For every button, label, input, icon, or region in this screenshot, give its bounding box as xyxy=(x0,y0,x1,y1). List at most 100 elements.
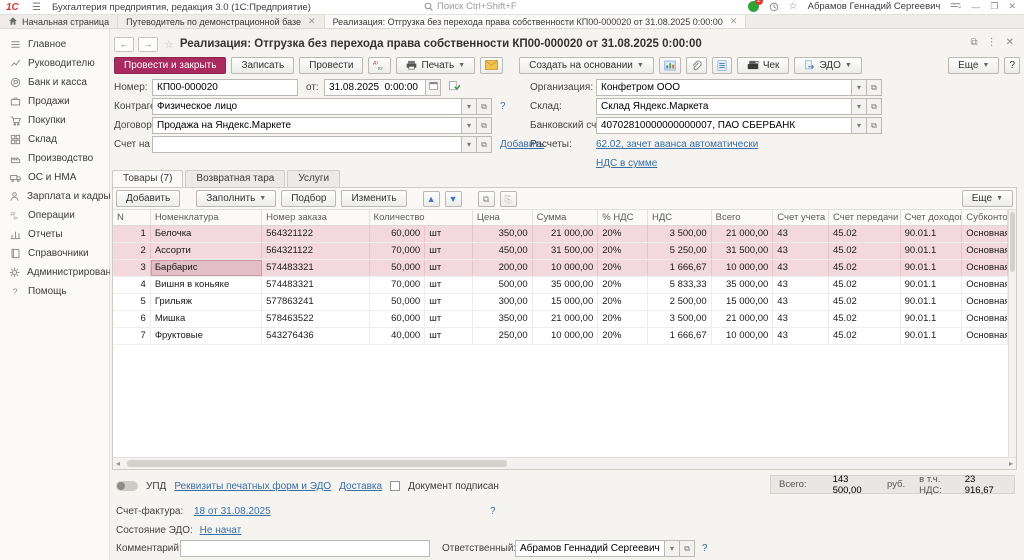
cell-amount[interactable]: 31 500,00 xyxy=(533,243,599,259)
cell-qty[interactable]: 70,000 xyxy=(370,243,426,259)
cell-item[interactable]: Барбарис xyxy=(151,260,262,276)
cell-item[interactable]: Фруктовые xyxy=(151,328,262,344)
sidebar-item-bank-i-kassa[interactable]: Банк и касса xyxy=(0,73,109,92)
move-down-icon[interactable]: ▼ xyxy=(445,191,462,207)
cell-amount[interactable]: 35 000,00 xyxy=(533,277,599,293)
cell-total[interactable]: 31 500,00 xyxy=(712,243,774,259)
close-window-button[interactable]: ✕ xyxy=(1008,1,1016,12)
cell-acc[interactable]: 43 xyxy=(773,311,829,327)
cell-acc[interactable]: 43 xyxy=(773,277,829,293)
vat-in-sum-link[interactable]: НДС в сумме xyxy=(596,158,657,169)
calendar-icon[interactable] xyxy=(426,79,441,96)
edo-state-link[interactable]: Не начат xyxy=(200,525,242,536)
cell-qty[interactable]: 60,000 xyxy=(370,311,426,327)
cell-order[interactable]: 574483321 xyxy=(262,277,369,293)
window-tab-2[interactable]: Реализация: Отгрузка без перехода права … xyxy=(325,15,747,28)
sidebar-item-glavnoe[interactable]: Главное xyxy=(0,35,109,54)
cell-acc-income[interactable]: 90.01.1 xyxy=(901,311,963,327)
items-tab-1[interactable]: Возвратная тара xyxy=(185,170,285,187)
column-header-4[interactable]: Цена xyxy=(473,210,533,225)
create-based-on-button[interactable]: Создать на основании▼ xyxy=(519,57,654,74)
close-tab-icon[interactable]: ✕ xyxy=(308,16,316,27)
payment-invoice-input[interactable] xyxy=(152,136,462,153)
cell-qty[interactable]: 40,000 xyxy=(370,328,426,344)
column-header-3[interactable]: Количество xyxy=(370,210,473,225)
save-button[interactable]: Записать xyxy=(231,57,294,74)
bank-account-input[interactable] xyxy=(596,117,852,134)
maximize-button[interactable]: ❐ xyxy=(990,1,998,12)
table-row[interactable]: 3Барбарис57448332150,000шт200,0010 000,0… xyxy=(113,260,1008,277)
view-settings-icon[interactable] xyxy=(950,2,961,11)
cell-acc-transfer[interactable]: 45.02 xyxy=(829,311,901,327)
scroll-left-icon[interactable]: ◂ xyxy=(116,459,120,468)
window-tab-0[interactable]: Начальная страница xyxy=(0,15,118,28)
cell-vat-rate[interactable]: 20% xyxy=(598,243,648,259)
edit-button[interactable]: Изменить xyxy=(341,190,406,207)
cell-n[interactable]: 4 xyxy=(113,277,151,293)
counterparty-dropdown-icon[interactable]: ▾ xyxy=(462,98,477,115)
cell-unit[interactable]: шт xyxy=(425,243,473,259)
cell-item[interactable]: Мишка xyxy=(151,311,262,327)
sidebar-item-pomosch[interactable]: ?Помощь xyxy=(0,282,109,301)
counterparty-help-icon[interactable]: ? xyxy=(500,101,506,112)
cell-amount[interactable]: 21 000,00 xyxy=(533,226,599,242)
close-tab-icon[interactable]: ✕ xyxy=(730,16,738,27)
sidebar-item-prodazhi[interactable]: Продажи xyxy=(0,92,109,111)
cell-acc-income[interactable]: 90.01.1 xyxy=(901,294,963,310)
cell-subconto[interactable]: Основная н xyxy=(962,260,1008,276)
close-form-icon[interactable]: ✕ xyxy=(1006,37,1014,48)
dtkt-postings-button[interactable]: ДтКт xyxy=(368,57,391,74)
set-date-icon[interactable] xyxy=(448,80,460,95)
sidebar-item-administrirovanie[interactable]: Администрирование xyxy=(0,263,109,282)
org-open-icon[interactable]: ⧉ xyxy=(867,79,882,96)
table-more-button[interactable]: Еще▼ xyxy=(962,190,1013,207)
items-tab-0[interactable]: Товары (7) xyxy=(112,170,183,187)
cell-qty[interactable]: 50,000 xyxy=(370,294,426,310)
sidebar-item-proizvodstvo[interactable]: Производство xyxy=(0,149,109,168)
related-documents-button[interactable] xyxy=(712,57,732,74)
responsible-dropdown-icon[interactable]: ▾ xyxy=(665,540,680,557)
cell-order[interactable]: 577863241 xyxy=(262,294,369,310)
org-input[interactable] xyxy=(596,79,852,96)
column-header-6[interactable]: % НДС xyxy=(598,210,648,225)
cell-total[interactable]: 15 000,00 xyxy=(712,294,774,310)
user-name[interactable]: Абрамов Геннадий Сергеевич xyxy=(808,1,941,12)
column-header-7[interactable]: НДС xyxy=(648,210,712,225)
cell-acc-income[interactable]: 90.01.1 xyxy=(901,328,963,344)
cell-vat-rate[interactable]: 20% xyxy=(598,260,648,276)
column-header-12[interactable]: Субконто xyxy=(962,210,1008,225)
number-input[interactable] xyxy=(152,79,298,96)
edo-button[interactable]: ЭДО▼ xyxy=(794,57,861,74)
cell-subconto[interactable]: Основная н xyxy=(962,277,1008,293)
cell-acc-transfer[interactable]: 45.02 xyxy=(829,243,901,259)
cell-subconto[interactable]: Основная н xyxy=(962,243,1008,259)
cell-amount[interactable]: 21 000,00 xyxy=(533,311,599,327)
cell-price[interactable]: 200,00 xyxy=(473,260,533,276)
column-header-9[interactable]: Счет учета xyxy=(773,210,829,225)
table-row[interactable]: 6Мишка57846352260,000шт350,0021 000,0020… xyxy=(113,311,1008,328)
org-dropdown-icon[interactable]: ▾ xyxy=(852,79,867,96)
paste-icon[interactable]: ⎘ xyxy=(500,191,517,207)
comment-input[interactable] xyxy=(180,540,430,557)
attachments-button[interactable] xyxy=(686,57,707,74)
cell-vat[interactable]: 3 500,00 xyxy=(648,311,712,327)
invoice-help-icon[interactable]: ? xyxy=(490,506,496,517)
column-header-1[interactable]: Номенклатура xyxy=(151,210,262,225)
column-header-5[interactable]: Сумма xyxy=(533,210,599,225)
cell-total[interactable]: 21 000,00 xyxy=(712,226,774,242)
payment-invoice-open-icon[interactable]: ⧉ xyxy=(477,136,492,153)
cell-order[interactable]: 578463522 xyxy=(262,311,369,327)
send-email-button[interactable] xyxy=(480,57,503,74)
cell-acc[interactable]: 43 xyxy=(773,226,829,242)
contract-input[interactable] xyxy=(152,117,462,134)
date-input[interactable] xyxy=(324,79,426,96)
payment-invoice-dropdown-icon[interactable]: ▾ xyxy=(462,136,477,153)
sidebar-item-otchety[interactable]: Отчеты xyxy=(0,225,109,244)
cell-item[interactable]: Грильяж xyxy=(151,294,262,310)
table-row[interactable]: 7Фруктовые54327643640,000шт250,0010 000,… xyxy=(113,328,1008,345)
post-and-close-button[interactable]: Провести и закрыть xyxy=(114,57,226,74)
window-tab-1[interactable]: Путеводитель по демонстрационной базе✕ xyxy=(118,15,324,28)
cell-unit[interactable]: шт xyxy=(425,260,473,276)
document-reports-button[interactable] xyxy=(659,57,681,74)
cell-vat-rate[interactable]: 20% xyxy=(598,226,648,242)
